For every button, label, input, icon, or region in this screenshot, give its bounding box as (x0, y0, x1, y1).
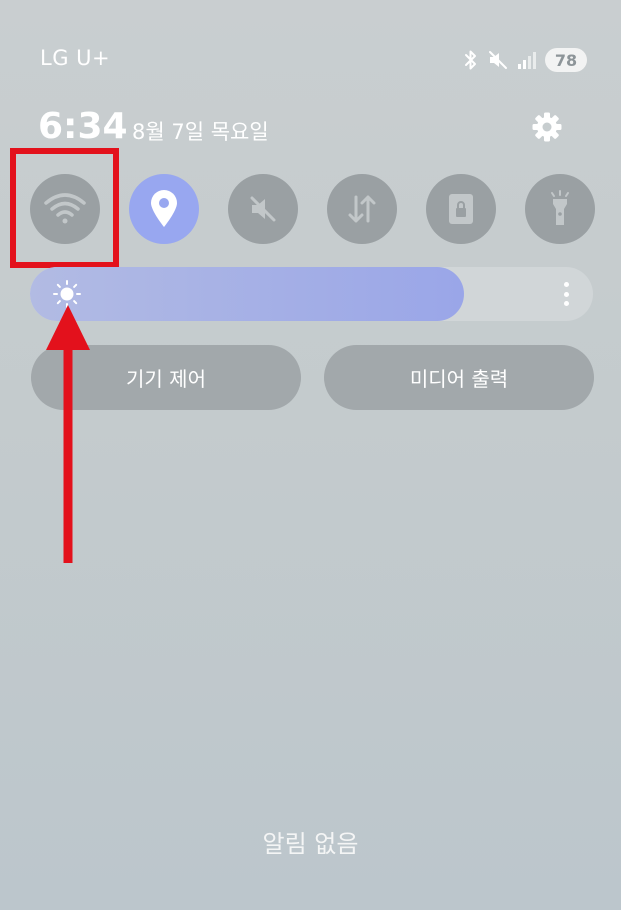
tile-mobile-data[interactable] (327, 174, 397, 244)
media-output-button[interactable]: 미디어 출력 (324, 345, 594, 410)
bluetooth-icon (465, 50, 476, 70)
data-transfer-icon (348, 195, 376, 223)
carrier-name: LG U+ (40, 46, 111, 70)
gear-icon (532, 112, 562, 142)
mute-icon (250, 196, 276, 222)
tile-location[interactable] (129, 174, 199, 244)
lock-icon (449, 194, 473, 224)
more-vertical-icon (563, 282, 569, 287)
flashlight-icon (551, 190, 569, 225)
brightness-more-button[interactable] (561, 279, 571, 309)
mute-icon (489, 51, 507, 69)
brightness-slider[interactable] (30, 267, 593, 321)
no-notifications-label: 알림 없음 (262, 830, 359, 858)
status-bar: LG U+ 78 6:34 8월 7일 목요일 (0, 0, 621, 147)
location-pin-icon (151, 190, 177, 227)
tile-screen-lock[interactable] (426, 174, 496, 244)
annotation-arrow (46, 305, 90, 563)
annotation-highlight-box (10, 148, 119, 268)
tile-flashlight[interactable] (525, 174, 595, 244)
clock-time: 6:34 (38, 106, 128, 147)
signal-icon (518, 52, 536, 69)
date-label: 8월 7일 목요일 (132, 120, 269, 144)
status-icons: 78 (463, 46, 587, 74)
tile-sound[interactable] (228, 174, 298, 244)
settings-button[interactable] (528, 108, 566, 146)
battery-indicator: 78 (545, 48, 587, 72)
